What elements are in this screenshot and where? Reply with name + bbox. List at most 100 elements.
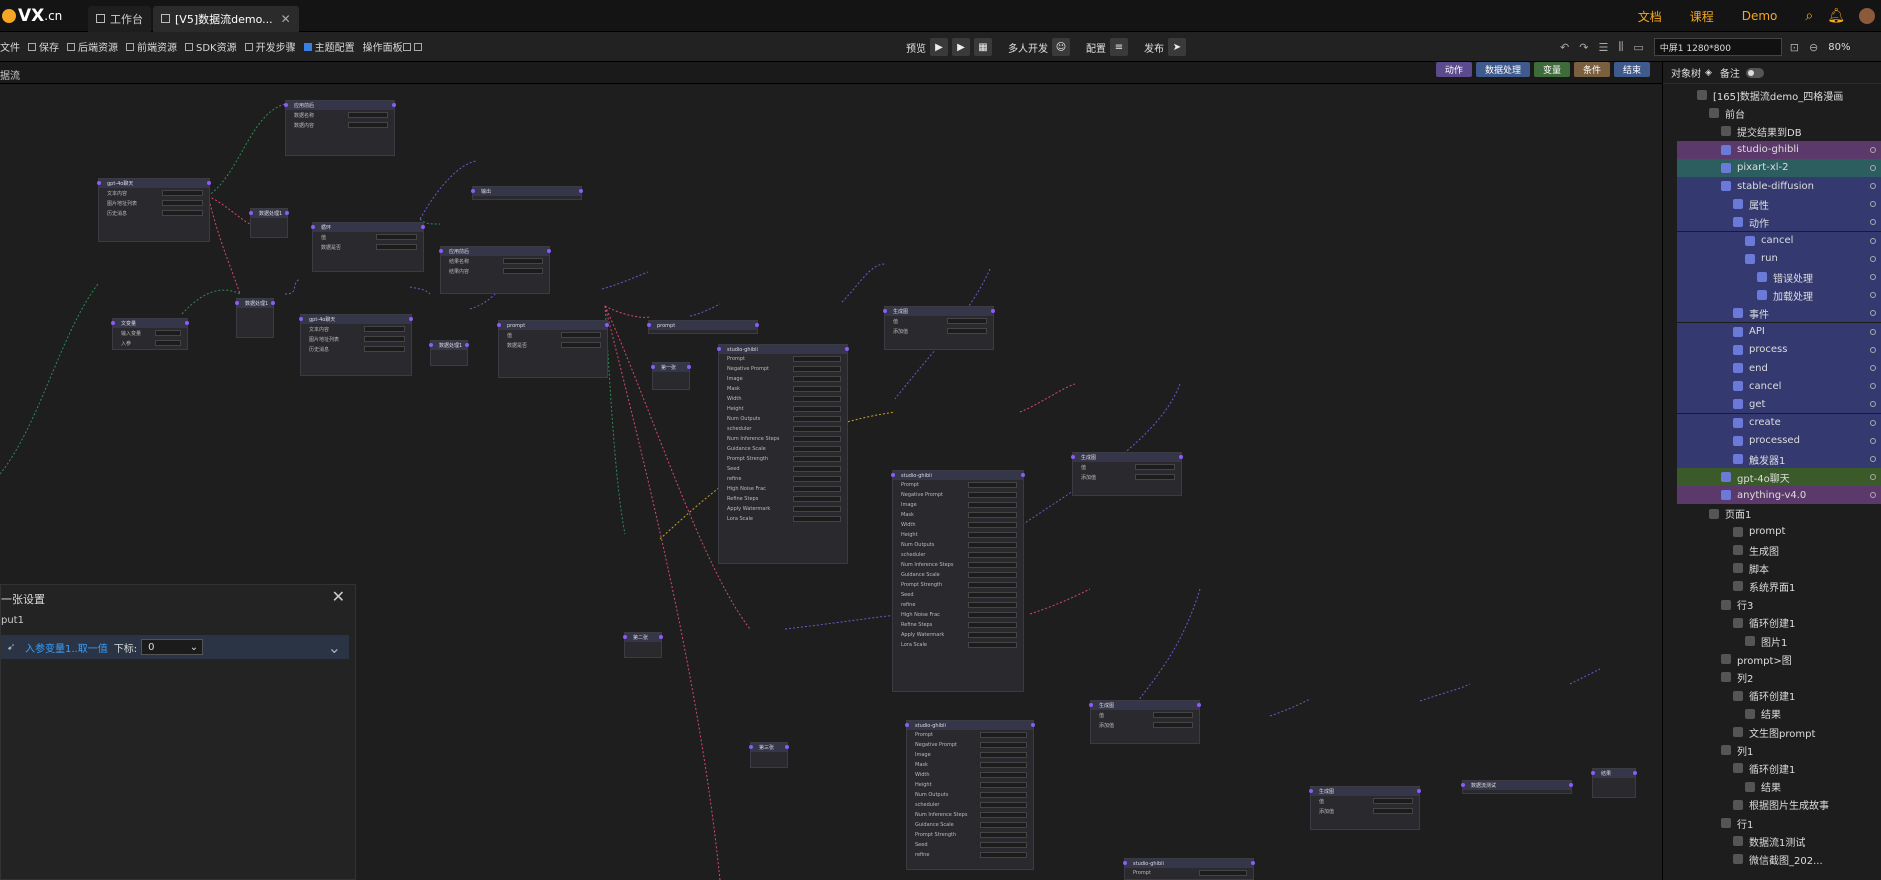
flow-node[interactable]: 第二张 (623, 632, 663, 658)
avatar[interactable] (1859, 8, 1875, 24)
flow-node[interactable]: 生成图值添加值 (1089, 700, 1201, 744)
tree-item[interactable]: 前台 (1677, 104, 1881, 122)
tree-item[interactable]: 循环创建1 (1677, 759, 1881, 777)
port-input[interactable] (979, 812, 1027, 818)
columns-icon[interactable]: ⫼ (1618, 40, 1623, 54)
param-row[interactable]: ➹ 入参变量1..取一值 下标: 0 ⌄ ⌄ (1, 635, 349, 659)
tree-item[interactable]: 图片1 (1677, 632, 1881, 650)
connector-dot[interactable] (717, 347, 721, 351)
tree-item[interactable]: 列1 (1677, 741, 1881, 759)
connector-dot[interactable] (1569, 783, 1573, 787)
tree-item[interactable]: 行3 (1677, 596, 1881, 614)
connector-dot[interactable] (1123, 861, 1127, 865)
tree-item[interactable]: anything-v4.0 (1677, 486, 1881, 505)
tree-item[interactable]: API (1677, 322, 1881, 341)
close-icon[interactable]: ✕ (332, 587, 345, 606)
node-port[interactable]: 值 (499, 330, 607, 340)
port-input[interactable] (793, 416, 841, 422)
flow-node[interactable]: 第一张 (651, 362, 691, 390)
port-input[interactable] (979, 832, 1027, 838)
node-port[interactable]: 值 (1073, 462, 1181, 472)
connector-dot[interactable] (1197, 703, 1201, 707)
port-input[interactable] (793, 466, 841, 472)
legend-item[interactable]: 数据处理 (1475, 62, 1530, 77)
node-port[interactable]: Height (893, 530, 1023, 540)
port-input[interactable] (348, 122, 388, 128)
node-port[interactable]: Guidance Scale (893, 570, 1023, 580)
legend-item[interactable]: 变量 (1533, 62, 1570, 77)
node-port[interactable]: 历史消息 (99, 208, 209, 218)
node-port[interactable]: Image (893, 500, 1023, 510)
node-port[interactable]: High Noise Frac (893, 610, 1023, 620)
connector-dot[interactable] (991, 309, 995, 313)
port-input[interactable] (968, 502, 1017, 508)
port-input[interactable] (162, 210, 203, 216)
node-port[interactable]: Width (719, 394, 847, 404)
connector-dot[interactable] (185, 321, 189, 325)
port-input[interactable] (793, 436, 841, 442)
sdk-resources-button[interactable]: SDK资源 (185, 39, 237, 54)
connector-dot[interactable] (235, 301, 239, 305)
flow-node[interactable]: 文变量 输入变量 入参 (111, 318, 189, 350)
node-port[interactable]: Prompt Strength (719, 454, 847, 464)
node-port[interactable]: Seed (907, 840, 1033, 850)
status-circle-icon[interactable] (1870, 365, 1876, 371)
flow-node[interactable]: 生成图值添加值 (1309, 786, 1421, 830)
connector-dot[interactable] (547, 249, 551, 253)
port-input[interactable] (979, 752, 1027, 758)
port-input[interactable] (348, 112, 388, 118)
tree-item[interactable]: 数据流1测试 (1677, 832, 1881, 850)
port-input[interactable] (968, 482, 1017, 488)
flow-node[interactable]: 应用前后 结果名称 结果内容 (439, 246, 551, 294)
node-port[interactable]: 值 (313, 232, 423, 242)
status-circle-icon[interactable] (1870, 346, 1876, 353)
node-port[interactable]: 文本内容 (301, 324, 411, 334)
port-input[interactable] (364, 336, 405, 342)
connector-dot[interactable] (605, 323, 609, 327)
node-port[interactable]: 值 (1311, 796, 1419, 806)
node-port[interactable]: 添加值 (1091, 720, 1199, 730)
connector-dot[interactable] (1251, 861, 1255, 865)
tree-item[interactable]: 生成图 (1677, 541, 1881, 559)
connector-dot[interactable] (891, 473, 895, 477)
node-port[interactable]: Apply Watermark (719, 504, 847, 514)
tree-item[interactable]: [165]数据流demo_四格漫画 (1677, 86, 1881, 104)
tree-item[interactable]: 动作 (1677, 213, 1881, 232)
status-circle-icon[interactable] (1870, 164, 1876, 171)
connector-dot[interactable] (687, 365, 691, 369)
port-input[interactable] (968, 522, 1017, 528)
flow-node[interactable]: 生成图值添加值 (1071, 452, 1183, 496)
fit-icon[interactable]: ⊡ (1790, 41, 1799, 54)
port-input[interactable] (376, 244, 417, 250)
tree-item[interactable]: 事件 (1677, 304, 1881, 323)
tree-item[interactable]: 页面1 (1677, 505, 1881, 523)
node-port[interactable]: Seed (719, 464, 847, 474)
node-port[interactable]: Mask (893, 510, 1023, 520)
status-circle-icon[interactable] (1870, 383, 1876, 390)
tree-item[interactable]: create (1677, 413, 1881, 432)
connector-dot[interactable] (749, 745, 753, 749)
flow-node[interactable]: 输出 (471, 186, 583, 200)
tree-item[interactable]: processed (1677, 431, 1881, 450)
node-port[interactable]: Apply Watermark (893, 630, 1023, 640)
tab-objects[interactable]: 对象树 (1671, 65, 1701, 80)
connector-dot[interactable] (392, 103, 396, 107)
node-port[interactable]: 数据是否 (313, 242, 423, 252)
status-circle-icon[interactable] (1870, 401, 1876, 408)
tree-item[interactable]: 微信截图_202... (1677, 850, 1881, 868)
tree-item[interactable]: cancel (1677, 377, 1881, 396)
tree-item[interactable]: 行1 (1677, 814, 1881, 832)
node-port[interactable]: Num Outputs (719, 414, 847, 424)
port-input[interactable] (793, 486, 841, 492)
qrcode-icon[interactable]: ▦ (974, 38, 992, 56)
port-input[interactable] (968, 532, 1017, 538)
connector-dot[interactable] (1461, 783, 1465, 787)
tree-item[interactable]: 触发器1 (1677, 450, 1881, 468)
backend-resources-button[interactable]: 后端资源 (67, 39, 118, 54)
tree-item[interactable]: 脚本 (1677, 559, 1881, 577)
status-circle-icon[interactable] (1870, 146, 1876, 153)
port-input[interactable] (793, 406, 841, 412)
node-port[interactable]: Negative Prompt (893, 490, 1023, 500)
tree-item[interactable]: studio-ghibli (1677, 140, 1881, 159)
connector-dot[interactable] (285, 211, 289, 215)
